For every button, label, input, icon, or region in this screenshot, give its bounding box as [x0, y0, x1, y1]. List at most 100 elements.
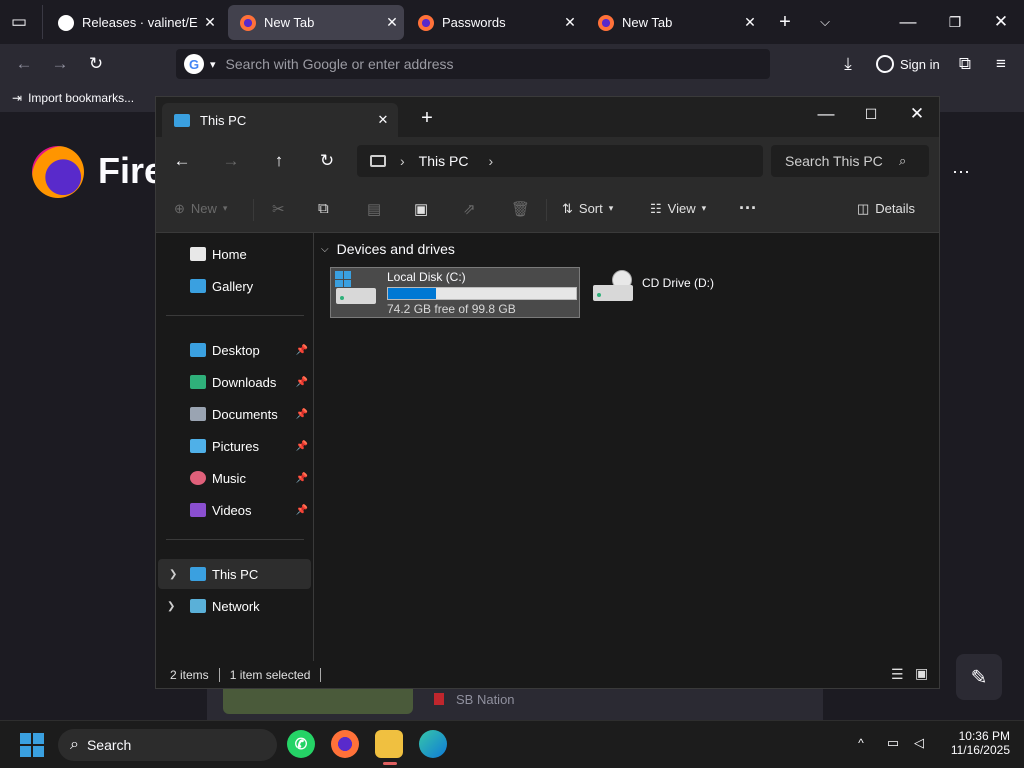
forward-icon[interactable]: →: [48, 54, 72, 74]
chevron-right-icon[interactable]: ›: [488, 153, 493, 169]
forward-icon[interactable]: →: [219, 150, 243, 172]
sidebar-item-pictures[interactable]: Pictures 📌: [156, 431, 312, 461]
more-options-icon[interactable]: ⋯: [952, 162, 970, 183]
clock[interactable]: 10:36 PM 11/16/2025: [938, 729, 1010, 757]
sidebar-label: Pictures: [212, 438, 259, 454]
pin-icon[interactable]: 📌: [296, 345, 308, 356]
pictures-icon: [190, 439, 206, 453]
close-window-icon[interactable]: ✕: [905, 103, 929, 125]
url-bar[interactable]: G ▾ Search with Google or enter address: [176, 49, 770, 79]
minimize-icon[interactable]: —: [896, 11, 920, 33]
menu-icon[interactable]: ≡: [990, 53, 1012, 75]
sidebar-item-network[interactable]: ❯ Network: [156, 591, 312, 621]
shortcut-label[interactable]: SB Nation: [456, 692, 515, 707]
extensions-icon[interactable]: ⧉: [954, 53, 976, 75]
close-window-icon[interactable]: ✕: [989, 11, 1013, 33]
reload-icon[interactable]: ↻: [84, 53, 108, 75]
tab-list-icon[interactable]: ▭: [8, 12, 30, 32]
rename-icon[interactable]: ▣: [414, 200, 428, 218]
network-status-icon[interactable]: ▭: [884, 734, 902, 752]
breadcrumb-this-pc[interactable]: This PC: [419, 153, 469, 169]
edit-pencil-icon[interactable]: ✎: [956, 654, 1002, 700]
sign-in-button[interactable]: Sign in: [868, 50, 944, 78]
pin-icon[interactable]: 📌: [296, 473, 308, 484]
see-more-icon[interactable]: ···: [739, 198, 757, 219]
details-button[interactable]: ◫ Details: [857, 201, 915, 217]
group-header-devices[interactable]: ⌵ Devices and drives: [321, 241, 455, 257]
google-icon: G: [184, 54, 204, 74]
copy-icon[interactable]: ⧉: [318, 200, 329, 217]
sidebar-item-this-pc[interactable]: ❯ This PC: [158, 559, 311, 589]
file-explorer-window: This PC ✕ + — ☐ ✕ ← → ↑ ↻ › This PC › Se…: [155, 96, 940, 689]
sidebar-label: This PC: [212, 566, 259, 582]
up-icon[interactable]: ↑: [267, 150, 291, 172]
sidebar-item-home[interactable]: Home: [156, 239, 312, 269]
new-label: New: [190, 201, 217, 216]
restore-icon[interactable]: ❐: [943, 11, 967, 33]
chevron-up-icon[interactable]: ^: [852, 734, 870, 752]
taskbar-search[interactable]: ⌕ Search: [58, 729, 277, 761]
volume-icon[interactable]: ◁: [910, 734, 928, 752]
file-explorer-taskbar-icon[interactable]: [375, 730, 403, 758]
sidebar-item-music[interactable]: Music 📌: [156, 463, 312, 493]
downloads-icon[interactable]: ⤓: [836, 53, 860, 75]
minimize-icon[interactable]: —: [814, 103, 838, 125]
pin-icon[interactable]: 📌: [296, 505, 308, 516]
back-icon[interactable]: ←: [12, 54, 36, 74]
paste-icon[interactable]: ▤: [367, 200, 381, 218]
cut-icon[interactable]: ✂: [272, 200, 285, 218]
tab-passwords[interactable]: Passwords ✕: [406, 5, 582, 40]
sidebar-item-desktop[interactable]: Desktop 📌: [156, 335, 312, 365]
close-tab-icon[interactable]: ✕: [198, 14, 222, 31]
tab-new-tab[interactable]: New Tab ✕: [586, 5, 762, 40]
tab-releases[interactable]: Releases · valinet/Explo ✕: [46, 5, 222, 40]
start-button[interactable]: [20, 733, 44, 757]
explorer-tab-this-pc[interactable]: This PC ✕: [162, 103, 398, 137]
details-view-icon[interactable]: ☰: [891, 666, 904, 683]
address-bar[interactable]: › This PC ›: [357, 145, 763, 177]
large-icons-view-icon[interactable]: ▣: [915, 665, 928, 682]
drive-local-disk-c[interactable]: Local Disk (C:) 74.2 GB free of 99.8 GB: [330, 267, 580, 318]
pin-icon[interactable]: 📌: [296, 377, 308, 388]
close-tab-icon[interactable]: ✕: [558, 14, 582, 31]
pin-icon[interactable]: 📌: [296, 409, 308, 420]
whatsapp-icon[interactable]: ✆: [287, 730, 315, 758]
new-tab-icon[interactable]: +: [416, 107, 438, 129]
computer-icon: [370, 155, 386, 167]
view-button[interactable]: ☷ View ▾: [650, 201, 706, 217]
sidebar-item-downloads[interactable]: Downloads 📌: [156, 367, 312, 397]
firefox-icon: [418, 14, 434, 31]
maximize-icon[interactable]: ☐: [859, 103, 883, 125]
close-tab-icon[interactable]: ✕: [380, 14, 404, 31]
refresh-icon[interactable]: ↻: [315, 150, 339, 172]
chevron-right-icon[interactable]: ›: [400, 153, 405, 169]
sidebar-item-videos[interactable]: Videos 📌: [156, 495, 312, 525]
search-input[interactable]: Search This PC ⌕: [771, 145, 929, 177]
firefox-taskbar-icon[interactable]: [331, 730, 359, 758]
shortcut-thumbnail[interactable]: [223, 688, 413, 714]
new-button[interactable]: ⊕ New ▾: [174, 201, 227, 217]
close-tab-icon[interactable]: ✕: [368, 112, 398, 128]
pin-icon[interactable]: 📌: [296, 441, 308, 452]
tab-new-tab-active[interactable]: New Tab ✕: [228, 5, 404, 40]
sidebar-item-gallery[interactable]: Gallery: [156, 271, 312, 301]
list-all-tabs-icon[interactable]: ⌵: [814, 11, 836, 33]
chevron-down-icon[interactable]: ▾: [210, 58, 216, 71]
chevron-right-icon[interactable]: ❯: [169, 569, 177, 580]
drive-info: Local Disk (C:) 74.2 GB free of 99.8 GB: [379, 268, 577, 317]
share-icon[interactable]: ⇗: [463, 200, 476, 218]
back-icon[interactable]: ←: [170, 150, 194, 172]
import-bookmarks-link[interactable]: Import bookmarks...: [28, 91, 134, 105]
sort-button[interactable]: ⇅ Sort ▾: [562, 201, 613, 217]
desktop-icon: [190, 343, 206, 357]
delete-icon[interactable]: 🗑: [511, 200, 530, 218]
edge-taskbar-icon[interactable]: [419, 730, 447, 758]
drive-cd-d[interactable]: CD Drive (D:): [590, 267, 740, 318]
new-tab-icon[interactable]: +: [774, 11, 796, 33]
this-pc-icon: [174, 113, 190, 127]
close-tab-icon[interactable]: ✕: [738, 14, 762, 31]
chevron-right-icon[interactable]: ❯: [167, 601, 175, 612]
sidebar-label: Network: [212, 598, 260, 614]
sidebar-item-documents[interactable]: Documents 📌: [156, 399, 312, 429]
search-icon: ⌕: [70, 736, 79, 753]
